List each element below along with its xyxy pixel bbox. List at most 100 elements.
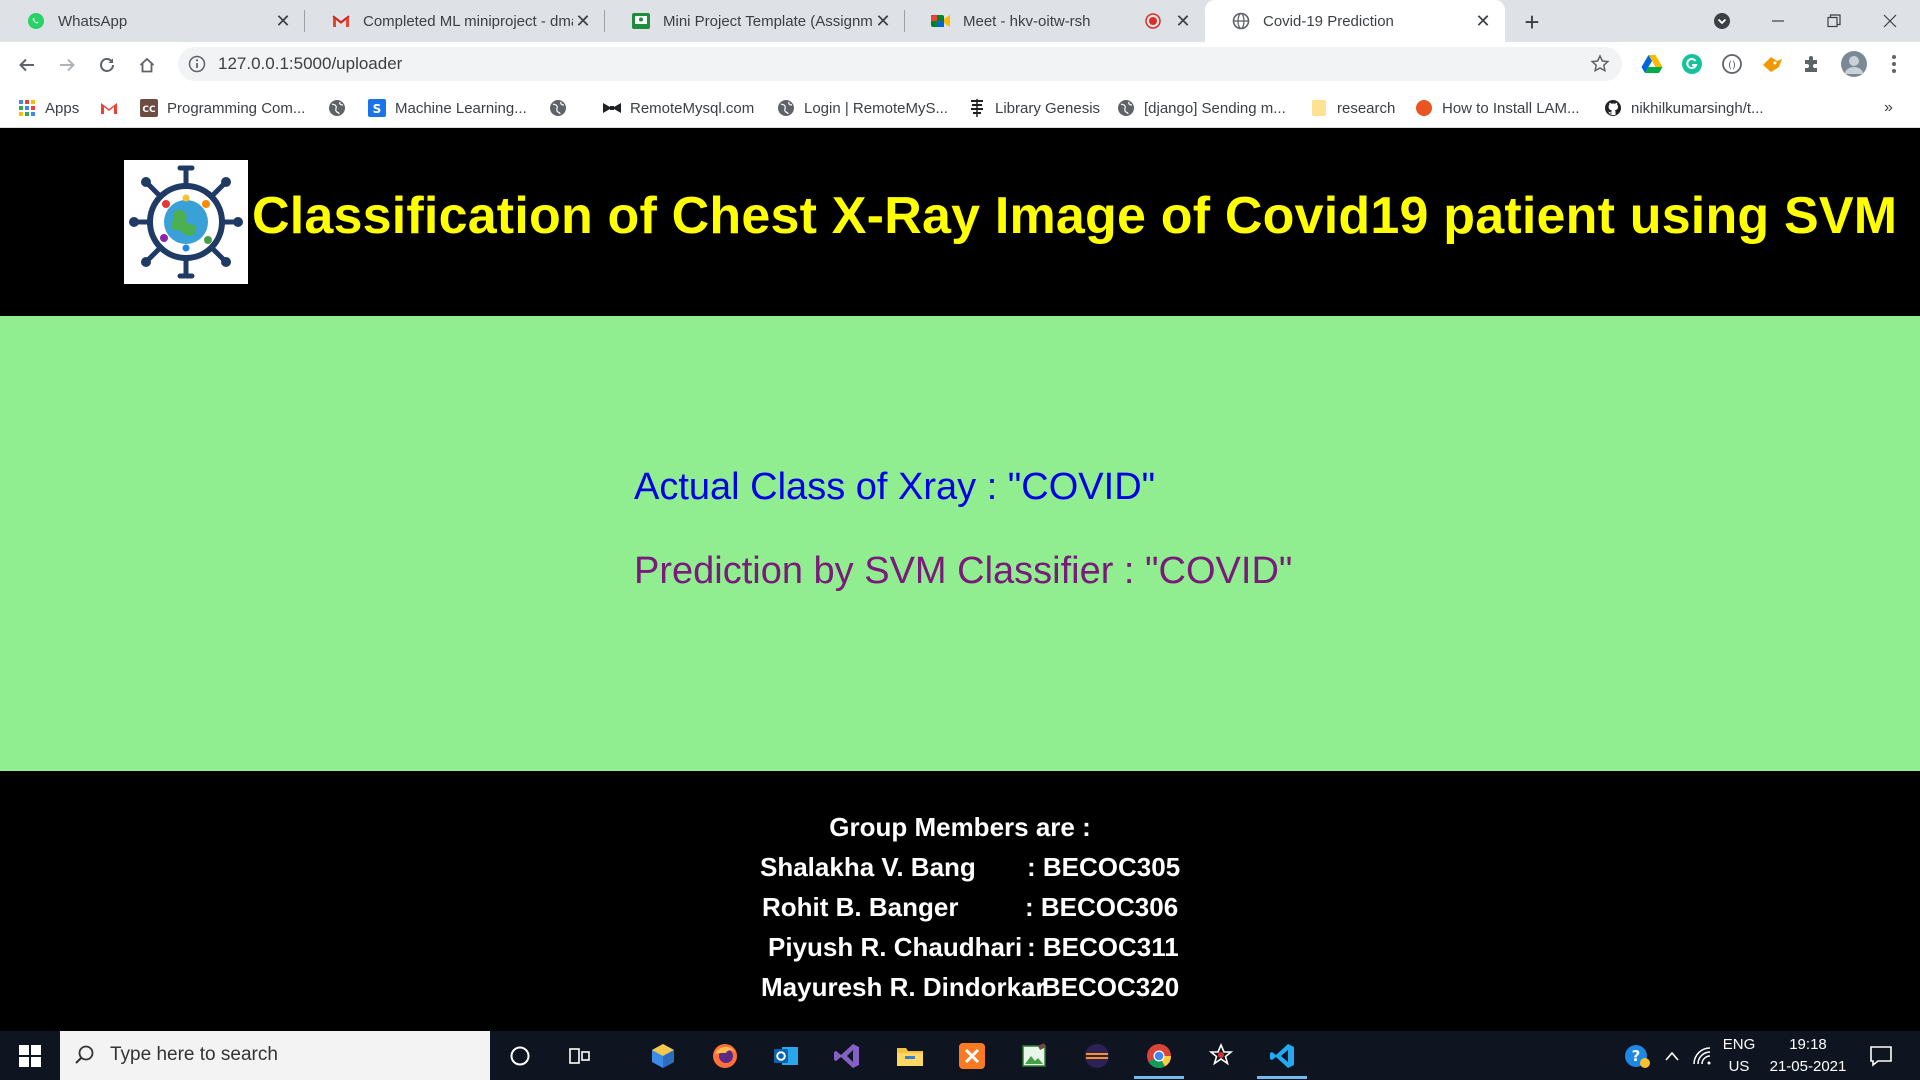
xampp-icon[interactable] xyxy=(955,1039,989,1073)
close-tab-icon[interactable]: ✕ xyxy=(1473,11,1493,31)
home-icon[interactable] xyxy=(132,50,162,80)
tab-classroom[interactable]: Mini Project Template (Assignme ✕ xyxy=(605,0,905,42)
svg-text:(): () xyxy=(1728,60,1736,71)
svg-text:?: ? xyxy=(1632,1047,1641,1065)
gmail-icon xyxy=(331,11,351,31)
outlook-icon[interactable] xyxy=(769,1039,803,1073)
grammarly-icon[interactable] xyxy=(1680,52,1704,76)
close-tab-icon[interactable]: ✕ xyxy=(273,11,293,31)
show-hidden-icons-icon[interactable] xyxy=(1655,1039,1689,1073)
member-name: Piyush R. Chaudhari xyxy=(768,932,1023,962)
member-id: : BECOC306 xyxy=(1025,892,1179,922)
bookmark-machine-learning[interactable]: S Machine Learning... xyxy=(368,96,527,120)
tab-search-icon[interactable] xyxy=(1694,0,1750,42)
bookmark-star-icon[interactable] xyxy=(1590,54,1610,74)
member-id: : BECOC320 xyxy=(1026,972,1180,1002)
help-icon[interactable]: ? xyxy=(1620,1039,1654,1073)
wifi-icon[interactable] xyxy=(1686,1039,1720,1073)
bookmark-label: How to Install LAM... xyxy=(1442,99,1580,117)
bookmark-programming[interactable]: CC Programming Com... xyxy=(140,96,305,120)
covid-globe-logo xyxy=(124,160,248,284)
member-name: Mayuresh R. Dindorkar xyxy=(761,972,1046,1002)
s-icon: S xyxy=(368,99,386,117)
page-title: Classification of Chest X-Ray Image of C… xyxy=(252,187,1898,245)
clock-date[interactable]: 21-05-2021 xyxy=(1765,1058,1851,1075)
profile-avatar[interactable] xyxy=(1840,50,1868,78)
tab-title: Completed ML miniproject - dma xyxy=(363,12,573,30)
site-info-icon[interactable] xyxy=(188,55,206,73)
search-placeholder: Type here to search xyxy=(110,1044,278,1065)
image-editor-icon[interactable] xyxy=(1017,1039,1051,1073)
libgen-icon xyxy=(968,99,986,117)
bookmark-globe-1[interactable] xyxy=(328,96,355,120)
google-drive-icon[interactable] xyxy=(1640,52,1664,76)
tab-covid-prediction[interactable]: Covid-19 Prediction ✕ xyxy=(1205,0,1505,42)
visual-studio-icon[interactable] xyxy=(830,1039,864,1073)
globe-icon xyxy=(1117,99,1135,117)
member-name: Shalakha V. Bang xyxy=(760,852,976,882)
extensions-puzzle-icon[interactable] xyxy=(1800,52,1824,76)
bookmark-login-remotemysql[interactable]: Login | RemoteMyS... xyxy=(777,96,948,120)
bookmark-remotemysql[interactable]: RemoteMysql.com xyxy=(603,96,754,120)
app-cube-icon[interactable] xyxy=(646,1039,680,1073)
member-id: : BECOC305 xyxy=(1027,852,1181,882)
globe-icon xyxy=(1231,11,1251,31)
member-name: Rohit B. Banger xyxy=(762,892,959,922)
back-icon[interactable] xyxy=(12,50,42,80)
bookmark-django[interactable]: [django] Sending m... xyxy=(1117,96,1286,120)
more-bookmarks-button[interactable]: » xyxy=(1884,96,1893,120)
bookmark-install-lamp[interactable]: How to Install LAM... xyxy=(1415,96,1580,120)
language-indicator[interactable]: ENG xyxy=(1720,1036,1758,1053)
gmail-icon xyxy=(100,99,118,117)
tab-whatsapp[interactable]: WhatsApp ✕ xyxy=(0,0,305,42)
region-indicator[interactable]: US xyxy=(1720,1058,1758,1075)
clock-time[interactable]: 19:18 xyxy=(1765,1036,1851,1053)
fox-extension-icon[interactable] xyxy=(1760,52,1784,76)
close-tab-icon[interactable]: ✕ xyxy=(873,11,893,31)
bookmark-label: research xyxy=(1337,99,1396,117)
classroom-icon xyxy=(631,11,651,31)
folder-icon xyxy=(1310,99,1328,117)
tab-gmail[interactable]: Completed ML miniproject - dma ✕ xyxy=(305,0,605,42)
bookmark-label: Apps xyxy=(45,99,80,117)
notifications-icon[interactable] xyxy=(1864,1039,1898,1073)
chrome-icon[interactable] xyxy=(1142,1039,1176,1073)
tab-title: WhatsApp xyxy=(58,12,128,30)
browser-menu-icon[interactable] xyxy=(1882,52,1906,76)
bookmark-label: nikhilkumarsingh/t... xyxy=(1631,99,1764,117)
bookmark-label: [django] Sending m... xyxy=(1144,99,1286,117)
bookmark-globe-2[interactable] xyxy=(549,96,576,120)
tab-meet[interactable]: Meet - hkv-oitw-rsh ✕ xyxy=(905,0,1205,42)
minimize-icon[interactable] xyxy=(1750,0,1806,42)
spider-app-icon[interactable] xyxy=(1204,1039,1238,1073)
new-tab-button[interactable]: + xyxy=(1518,7,1546,37)
bookmark-folder-research[interactable]: research xyxy=(1310,96,1395,120)
bookmark-apps[interactable]: Apps xyxy=(18,96,79,120)
globe-icon xyxy=(549,99,567,117)
bookmark-label: Library Genesis xyxy=(995,99,1101,117)
close-tab-icon[interactable]: ✕ xyxy=(573,11,593,31)
bookmark-gmail[interactable] xyxy=(100,96,127,120)
url-text[interactable]: 127.0.0.1:5000/uploader xyxy=(218,54,402,74)
reload-icon[interactable] xyxy=(92,50,122,80)
firefox-icon[interactable] xyxy=(708,1039,742,1073)
restore-icon[interactable] xyxy=(1806,0,1862,42)
cortana-icon[interactable] xyxy=(503,1039,537,1073)
forward-icon[interactable] xyxy=(52,50,82,80)
close-tab-icon[interactable]: ✕ xyxy=(1173,11,1193,31)
file-explorer-icon[interactable] xyxy=(893,1039,927,1073)
bookmark-label: Machine Learning... xyxy=(395,99,527,117)
close-window-icon[interactable] xyxy=(1862,0,1918,42)
eclipse-icon[interactable] xyxy=(1080,1039,1114,1073)
cc-icon: CC xyxy=(140,99,158,117)
bookmark-github[interactable]: nikhilkumarsingh/t... xyxy=(1604,96,1764,120)
extension-circle-icon[interactable]: () xyxy=(1720,52,1744,76)
task-view-icon[interactable] xyxy=(563,1039,597,1073)
windows-start-icon[interactable] xyxy=(0,1031,60,1080)
bookmark-library-genesis[interactable]: Library Genesis xyxy=(968,96,1100,120)
tab-title: Mini Project Template (Assignme xyxy=(663,12,873,30)
bookmark-label: RemoteMysql.com xyxy=(630,99,755,117)
vscode-icon[interactable] xyxy=(1265,1039,1299,1073)
vscode-active-indicator xyxy=(1257,1076,1307,1079)
globe-icon xyxy=(777,99,795,117)
